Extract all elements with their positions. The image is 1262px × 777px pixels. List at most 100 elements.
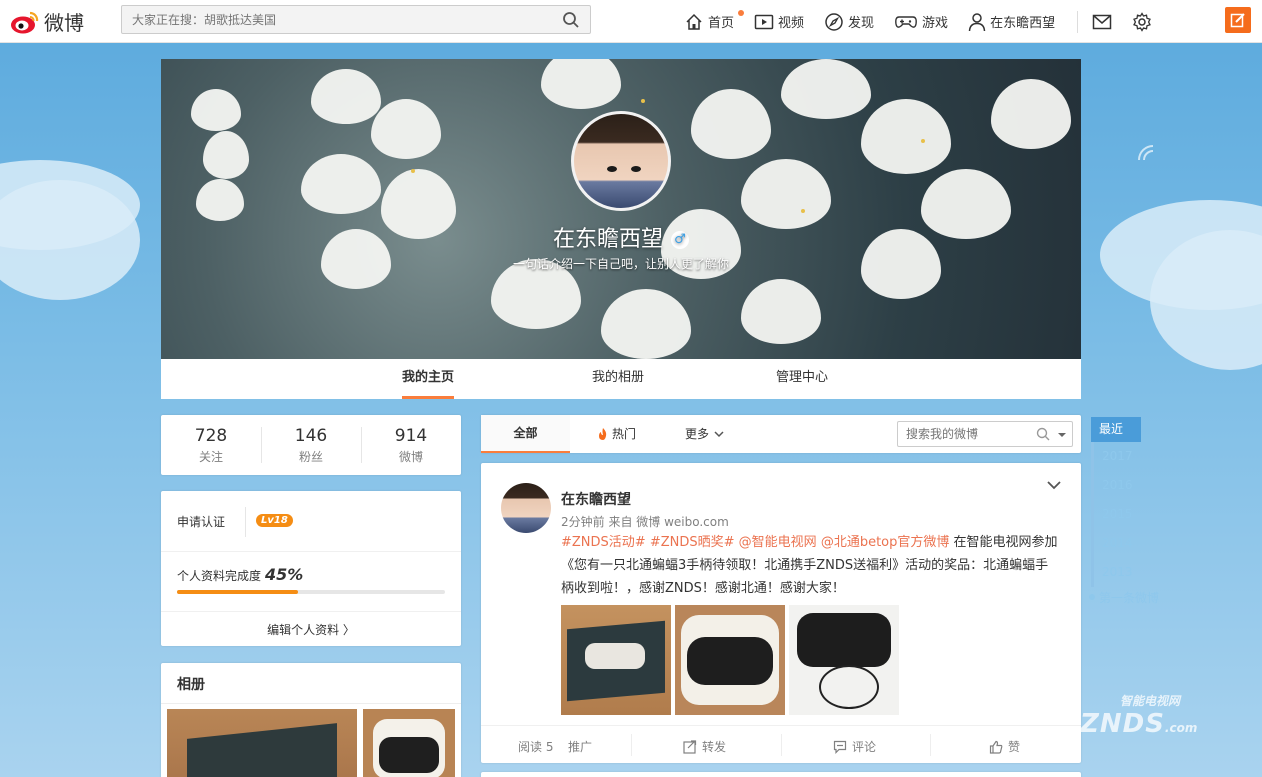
edit-profile-link[interactable]: 编辑个人资料 〉 xyxy=(161,621,461,638)
following-count[interactable]: 728 关注 xyxy=(161,415,261,475)
timeline-year[interactable]: 2014 xyxy=(1091,529,1161,558)
followers-number: 146 xyxy=(294,426,328,446)
profile-name[interactable]: 在东瞻西望 xyxy=(553,227,663,252)
home-icon xyxy=(686,13,702,30)
post-photo[interactable] xyxy=(561,605,671,715)
comment-label: 评论 xyxy=(852,740,877,754)
cover-flower xyxy=(691,89,771,159)
chevron-down-icon xyxy=(714,431,724,438)
promote-button[interactable]: 推广 xyxy=(568,738,592,755)
profile-tabs: 我的主页 我的相册 管理中心 xyxy=(161,359,1081,399)
following-number: 728 xyxy=(194,426,228,446)
global-search[interactable] xyxy=(121,5,591,34)
nav-video[interactable]: 视频 xyxy=(754,12,804,31)
compose-button[interactable] xyxy=(1225,7,1251,33)
timeline-year[interactable]: 2017 xyxy=(1091,442,1161,471)
messages-button[interactable] xyxy=(1092,14,1112,30)
cover-flower xyxy=(203,131,249,179)
timeline-first-post[interactable]: 第一条微博 xyxy=(1089,589,1161,606)
apply-verification-link[interactable]: 申请认证 xyxy=(177,513,225,530)
notification-dot xyxy=(738,9,744,16)
posts-count[interactable]: 914 微博 xyxy=(361,415,461,475)
timeline-year[interactable]: 2013 xyxy=(1091,558,1161,587)
nav-games[interactable]: 游戏 xyxy=(894,12,948,31)
tab-my-album[interactable]: 我的相册 xyxy=(592,359,644,399)
profile-description[interactable]: 一句话介绍一下自己吧，让别人更了解你 xyxy=(161,255,1081,272)
mention-link[interactable]: @北通betop官方微博 xyxy=(821,535,950,550)
next-post-card xyxy=(481,772,1081,777)
compass-icon xyxy=(825,12,843,31)
male-icon: ♂ xyxy=(671,231,689,249)
nav-divider xyxy=(1077,10,1079,33)
cover-flower xyxy=(741,159,831,229)
profile-completion-label: 个人资料完成度 xyxy=(177,569,262,583)
tab-admin-center[interactable]: 管理中心 xyxy=(776,359,828,399)
profile-completion-percent: 45% xyxy=(265,565,304,584)
stats-card: 728 关注 146 粉丝 914 微博 xyxy=(161,415,461,475)
post-photo[interactable] xyxy=(675,605,785,715)
level-badge[interactable]: Lv18 xyxy=(256,514,293,527)
my-posts-search[interactable] xyxy=(897,421,1073,447)
global-search-input[interactable] xyxy=(122,6,542,33)
feed-tab-all[interactable]: 全部 xyxy=(481,415,570,453)
nav-discover[interactable]: 发现 xyxy=(824,12,874,32)
nav-profile-label: 在东瞻西望 xyxy=(990,16,1056,31)
comment-button[interactable]: 评论 xyxy=(833,738,876,755)
top-navigation-bar: 微博 首页 视频 发现 游戏 在东瞻西望 xyxy=(0,0,1262,43)
settings-button[interactable] xyxy=(1132,11,1152,32)
logo-text: 微博 xyxy=(44,11,84,35)
post-author-avatar[interactable] xyxy=(501,483,551,533)
album-card: 相册 xyxy=(161,663,461,777)
cover-flower xyxy=(541,59,621,109)
timeline-year[interactable]: 2015 xyxy=(1091,500,1161,529)
mention-link[interactable]: @智能电视网 xyxy=(739,535,817,550)
post-author-name[interactable]: 在东瞻西望 xyxy=(561,489,631,509)
thumbs-up-icon xyxy=(989,740,1003,754)
profile-name-row: 在东瞻西望 ♂ xyxy=(161,221,1081,253)
cover-flower xyxy=(196,179,244,221)
divider xyxy=(161,703,461,704)
repost-label: 转发 xyxy=(702,740,727,754)
search-icon[interactable] xyxy=(562,11,580,32)
search-icon[interactable] xyxy=(1036,427,1050,441)
hashtag-link[interactable]: #ZNDS活动# xyxy=(561,535,646,550)
feed-tab-hot[interactable]: 热门 xyxy=(597,415,636,453)
like-label: 赞 xyxy=(1008,740,1021,754)
caret-down-icon[interactable] xyxy=(1057,432,1067,438)
watermark-line3: .com xyxy=(1164,721,1198,735)
hashtag-link[interactable]: #ZNDS晒奖# xyxy=(650,535,735,550)
cover-flower xyxy=(801,209,805,213)
cover-flower xyxy=(411,169,415,173)
followers-count[interactable]: 146 粉丝 xyxy=(261,415,361,475)
feed-tab-more[interactable]: 更多 xyxy=(685,415,725,453)
post-options-icon[interactable] xyxy=(1046,480,1062,490)
divider xyxy=(781,734,782,756)
like-button[interactable]: 赞 xyxy=(989,738,1020,755)
signal-decoration-icon xyxy=(1138,145,1154,161)
nav-home[interactable]: 首页 xyxy=(684,9,744,32)
video-icon xyxy=(754,14,774,29)
album-photo[interactable] xyxy=(363,709,455,777)
timeline-year[interactable]: 2016 xyxy=(1091,471,1161,500)
profile-completion-bar xyxy=(177,590,445,594)
weibo-logo[interactable]: 微博 xyxy=(10,7,84,36)
followers-label: 粉丝 xyxy=(298,450,323,464)
cover-flower xyxy=(861,99,951,174)
repost-icon xyxy=(683,739,697,754)
timeline-recent[interactable]: 最近 xyxy=(1091,417,1141,442)
cover-flower xyxy=(741,279,821,344)
feed-post: 在东瞻西望 2分钟前 来自 微博 weibo.com #ZNDS活动# #ZND… xyxy=(481,463,1081,763)
profile-completion-fill xyxy=(177,590,298,594)
post-text: #ZNDS活动# #ZNDS晒奖# @智能电视网 @北通betop官方微博 在智… xyxy=(561,531,1061,600)
nav-profile[interactable]: 在东瞻西望 xyxy=(968,12,1055,32)
weibo-logo-icon xyxy=(11,11,39,33)
cover-flower xyxy=(991,79,1071,149)
my-posts-search-input[interactable] xyxy=(898,422,1038,446)
repost-button[interactable]: 转发 xyxy=(683,738,726,755)
tab-my-home[interactable]: 我的主页 xyxy=(402,359,455,399)
album-photo[interactable] xyxy=(167,709,357,777)
post-photo[interactable] xyxy=(789,605,899,715)
znds-watermark: 智能电视网 ZNDS.com xyxy=(1080,692,1197,739)
watermark-line1: 智能电视网 xyxy=(1120,694,1181,708)
profile-avatar[interactable] xyxy=(571,111,671,211)
